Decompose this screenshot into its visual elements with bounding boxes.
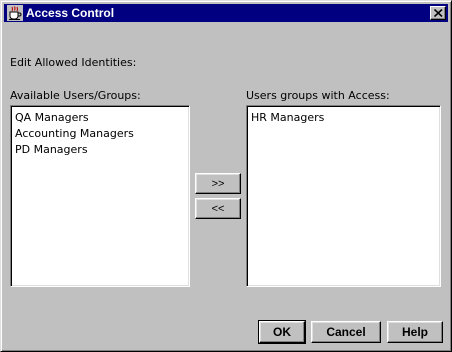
list-item[interactable]: HR Managers	[250, 110, 437, 126]
users-with-access-label: Users groups with Access:	[246, 89, 390, 102]
users-with-access-list[interactable]: HR Managers	[246, 105, 441, 287]
available-users-list[interactable]: QA Managers Accounting Managers PD Manag…	[10, 105, 190, 287]
add-to-access-button[interactable]: >>	[195, 173, 241, 194]
help-button[interactable]: Help	[387, 321, 443, 343]
remove-from-access-button[interactable]: <<	[195, 198, 241, 219]
window-title: Access Control	[26, 6, 115, 20]
cancel-button[interactable]: Cancel	[311, 321, 381, 343]
list-item[interactable]: Accounting Managers	[14, 126, 186, 142]
title-bar[interactable]: Access Control	[4, 4, 448, 22]
close-button[interactable]	[430, 6, 446, 20]
close-icon	[434, 9, 443, 17]
edit-identities-label: Edit Allowed Identities:	[10, 56, 137, 69]
list-item[interactable]: PD Managers	[14, 142, 186, 158]
access-control-dialog: Access Control Edit Allowed Identities: …	[0, 0, 452, 352]
coffee-cup-icon	[7, 5, 23, 21]
available-users-label: Available Users/Groups:	[10, 89, 141, 102]
list-item[interactable]: QA Managers	[14, 110, 186, 126]
ok-button[interactable]: OK	[258, 320, 306, 344]
